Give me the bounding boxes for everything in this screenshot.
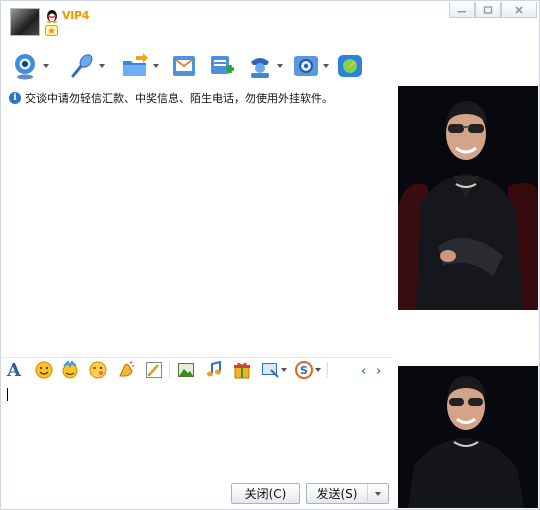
close-window-button[interactable]: [501, 2, 537, 18]
remote-assist-icon: [251, 58, 269, 78]
handwriting-icon: [146, 362, 162, 378]
text-cursor: [7, 388, 8, 401]
send-file-button[interactable]: [121, 51, 159, 81]
maximize-icon: [483, 5, 493, 14]
app-launcher-button[interactable]: [337, 51, 363, 81]
settings-button[interactable]: [293, 51, 329, 81]
vip-badge: VIP4: [62, 9, 90, 22]
wink-button[interactable]: [89, 360, 107, 380]
handwriting-button[interactable]: [145, 360, 163, 380]
image-icon: [178, 363, 194, 377]
screenshot-dropdown-arrow[interactable]: [281, 368, 287, 372]
send-file-dropdown-arrow[interactable]: [153, 64, 159, 68]
webcam-button[interactable]: [11, 51, 49, 81]
send-button[interactable]: 发送(S): [306, 483, 368, 504]
send-options-button[interactable]: [367, 483, 389, 504]
send-file-icon: [123, 53, 148, 76]
close-icon: [515, 5, 523, 14]
message-input[interactable]: [3, 383, 393, 479]
gift-icon: [234, 362, 250, 379]
wink-face-icon: [89, 361, 107, 379]
music-button[interactable]: [205, 360, 223, 380]
info-icon: i: [9, 92, 21, 104]
security-notice: i 交谈中请勿轻信汇款、中奖信息、陌生电话，勿使用外挂软件。: [9, 90, 333, 106]
sogou-button[interactable]: S: [295, 360, 321, 380]
contact-photo: [398, 86, 538, 310]
screenshot-button[interactable]: [261, 360, 287, 380]
magic-face-icon: [62, 361, 78, 379]
music-icon: [207, 361, 221, 377]
webcam-dropdown-arrow[interactable]: [43, 64, 49, 68]
app-launcher-icon: [338, 55, 362, 77]
magic-face-button[interactable]: [61, 360, 79, 380]
next-arrow-icon[interactable]: ›: [376, 364, 381, 379]
voice-button[interactable]: [67, 51, 105, 81]
input-divider: [1, 357, 393, 358]
vibrate-button[interactable]: [117, 360, 135, 380]
remote-assist-button[interactable]: [247, 51, 283, 81]
remote-assist-dropdown-arrow[interactable]: [277, 64, 283, 68]
gift-button[interactable]: [233, 360, 251, 380]
screenshot-icon: [262, 363, 279, 378]
mail-icon: [173, 56, 195, 76]
settings-icon: [294, 56, 318, 76]
qq-penguin-icon: [46, 10, 58, 23]
emoji-button[interactable]: [35, 360, 53, 380]
toolbar-separator: [327, 362, 328, 378]
contact-photo-image: [398, 86, 538, 310]
settings-dropdown-arrow[interactable]: [323, 64, 329, 68]
security-notice-text: 交谈中请勿轻信汇款、中奖信息、陌生电话，勿使用外挂软件。: [25, 92, 333, 105]
add-note-icon: [211, 56, 234, 74]
toolbar-separator: [169, 362, 170, 378]
minimize-icon: [458, 10, 466, 12]
webcam-icon: [15, 54, 35, 80]
avatar[interactable]: [10, 8, 40, 36]
close-chat-button[interactable]: 关闭(C): [231, 483, 300, 504]
chevron-down-icon: [375, 491, 381, 496]
font-button[interactable]: A: [7, 359, 21, 381]
maximize-button[interactable]: [475, 2, 501, 18]
font-icon: A: [7, 359, 21, 381]
prev-arrow-icon[interactable]: ‹: [361, 364, 366, 379]
chat-window: VIP4 i 交谈中请勿轻信汇款、中奖信息、陌生电话，勿使用外挂软件。 A S …: [0, 0, 540, 510]
mail-button[interactable]: [171, 51, 197, 81]
image-button[interactable]: [177, 360, 195, 380]
vibrate-icon: [119, 361, 134, 377]
voice-dropdown-arrow[interactable]: [99, 64, 105, 68]
sogou-dropdown-arrow[interactable]: [315, 368, 321, 372]
star-icon: [45, 25, 58, 36]
my-photo: [398, 366, 538, 508]
smiley-icon: [35, 361, 53, 379]
sogou-icon: S: [295, 361, 313, 379]
note-button[interactable]: [209, 51, 235, 81]
svg-text:S: S: [300, 364, 308, 377]
my-photo-image: [398, 366, 538, 508]
minimize-button[interactable]: [449, 2, 475, 18]
microphone-icon: [71, 54, 93, 78]
